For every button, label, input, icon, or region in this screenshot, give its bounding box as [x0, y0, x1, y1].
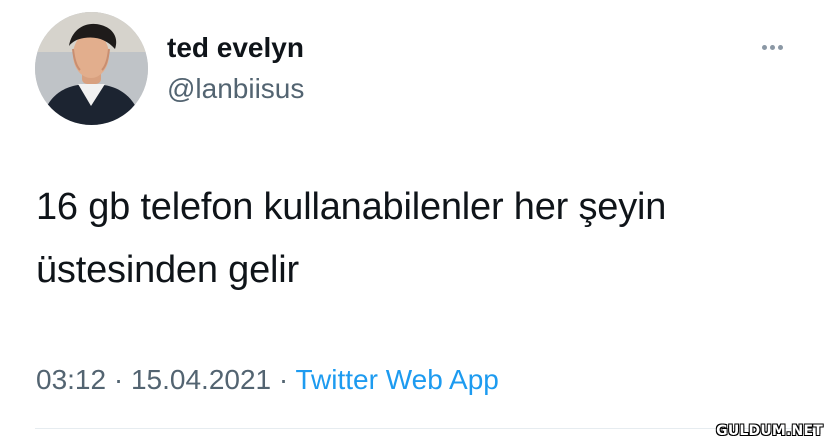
tweet-source-link[interactable]: Twitter Web App: [296, 364, 499, 395]
tweet-card: ted evelyn @lanbiisus 16 gb telefon kull…: [0, 0, 828, 443]
tweet-text: 16 gb telefon kullanabilenler her şeyin …: [36, 176, 816, 302]
meta-separator: ·: [106, 364, 131, 395]
avatar[interactable]: [35, 12, 148, 125]
tweet-text-line-1: 16 gb telefon kullanabilenler her şeyin: [36, 186, 667, 228]
watermark: GULDUM.NET: [716, 423, 823, 439]
author-handle[interactable]: @lanbiisus: [167, 72, 304, 106]
more-dot-icon: [777, 44, 783, 50]
tweet-date[interactable]: 15.04.2021: [131, 364, 271, 395]
tweet-meta: 03:12 · 15.04.2021 · Twitter Web App: [36, 362, 499, 398]
tweet-time[interactable]: 03:12: [36, 364, 106, 395]
more-dot-icon: [769, 44, 775, 50]
more-dot-icon: [761, 44, 767, 50]
tweet-text-line-2: üstesinden gelir: [36, 249, 299, 291]
author-display-name[interactable]: ted evelyn: [167, 31, 304, 65]
meta-separator: ·: [271, 364, 296, 395]
avatar-photo-icon: [35, 12, 148, 125]
more-options-button[interactable]: [752, 35, 792, 59]
divider: [35, 428, 815, 429]
